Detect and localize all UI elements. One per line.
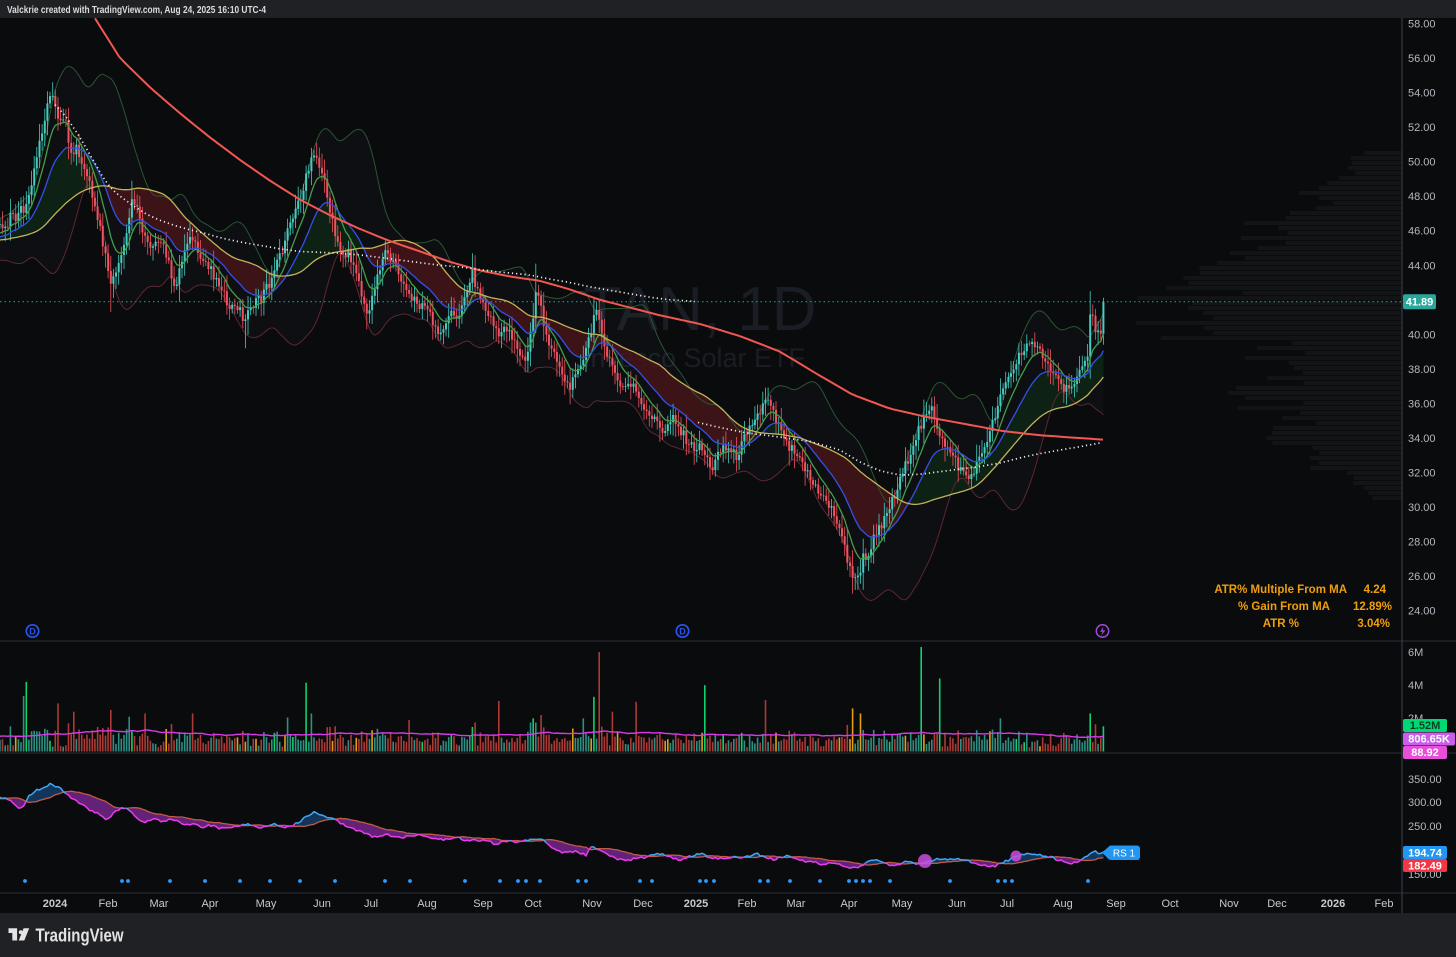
svg-text:Nov: Nov xyxy=(1219,898,1239,910)
svg-text:48.00: 48.00 xyxy=(1408,191,1436,203)
svg-text:194.74: 194.74 xyxy=(1408,848,1443,860)
svg-text:46.00: 46.00 xyxy=(1408,226,1436,238)
svg-text:Aug: Aug xyxy=(417,898,437,910)
svg-text:28.00: 28.00 xyxy=(1408,537,1436,549)
svg-text:Sep: Sep xyxy=(1106,898,1126,910)
svg-text:May: May xyxy=(256,898,277,910)
svg-text:Mar: Mar xyxy=(150,898,169,910)
svg-text:2024: 2024 xyxy=(43,898,68,910)
svg-text:88.92: 88.92 xyxy=(1411,747,1439,759)
svg-text:Oct: Oct xyxy=(1161,898,1178,910)
svg-text:58.00: 58.00 xyxy=(1408,19,1436,31)
svg-text:Aug: Aug xyxy=(1053,898,1073,910)
svg-text:Dec: Dec xyxy=(1267,898,1287,910)
svg-text:36.00: 36.00 xyxy=(1408,398,1436,410)
svg-text:Jul: Jul xyxy=(1000,898,1014,910)
svg-text:32.00: 32.00 xyxy=(1408,468,1436,480)
svg-text:34.00: 34.00 xyxy=(1408,433,1436,445)
svg-text:44.00: 44.00 xyxy=(1408,260,1436,272)
svg-text:Apr: Apr xyxy=(201,898,218,910)
svg-text:1.52M: 1.52M xyxy=(1410,720,1441,732)
svg-text:2025: 2025 xyxy=(684,898,708,910)
svg-text:D: D xyxy=(29,627,36,637)
svg-text:Dec: Dec xyxy=(633,898,653,910)
svg-text:Apr: Apr xyxy=(840,898,857,910)
svg-text:Jun: Jun xyxy=(948,898,966,910)
svg-text:38.00: 38.00 xyxy=(1408,364,1436,376)
svg-text:41.89: 41.89 xyxy=(1406,297,1434,309)
svg-text:250.00: 250.00 xyxy=(1408,821,1442,833)
svg-text:50.00: 50.00 xyxy=(1408,157,1436,169)
svg-text:ATR% Multiple From MA: ATR% Multiple From MA xyxy=(1214,584,1347,596)
svg-text:ATR %: ATR % xyxy=(1263,618,1299,630)
svg-text:Nov: Nov xyxy=(582,898,602,910)
svg-text:3.04%: 3.04% xyxy=(1357,618,1390,630)
svg-text:TradingView: TradingView xyxy=(36,926,125,946)
svg-text:300.00: 300.00 xyxy=(1408,797,1442,809)
svg-text:6M: 6M xyxy=(1408,647,1423,659)
svg-text:Jun: Jun xyxy=(313,898,331,910)
svg-text:May: May xyxy=(892,898,913,910)
svg-text:Feb: Feb xyxy=(99,898,118,910)
svg-text:30.00: 30.00 xyxy=(1408,502,1436,514)
svg-text:Valckrie created with TradingV: Valckrie created with TradingView.com, A… xyxy=(7,4,266,16)
svg-text:54.00: 54.00 xyxy=(1408,88,1436,100)
svg-text:% Gain From MA: % Gain From MA xyxy=(1238,601,1330,613)
svg-text:56.00: 56.00 xyxy=(1408,53,1436,65)
svg-text:Oct: Oct xyxy=(524,898,541,910)
svg-text:40.00: 40.00 xyxy=(1408,329,1436,341)
svg-text:350.00: 350.00 xyxy=(1408,774,1442,786)
svg-text:2026: 2026 xyxy=(1321,898,1345,910)
svg-text:806.65K: 806.65K xyxy=(1408,734,1450,746)
svg-text:Sep: Sep xyxy=(473,898,493,910)
svg-text:24.00: 24.00 xyxy=(1408,606,1436,618)
svg-text:26.00: 26.00 xyxy=(1408,571,1436,583)
svg-text:12.89%: 12.89% xyxy=(1353,601,1392,613)
svg-text:4M: 4M xyxy=(1408,680,1423,692)
svg-text:182.49: 182.49 xyxy=(1408,861,1442,873)
svg-text:Feb: Feb xyxy=(738,898,757,910)
svg-text:Feb: Feb xyxy=(1375,898,1394,910)
svg-text:RS 1: RS 1 xyxy=(1113,849,1136,860)
svg-text:4.24: 4.24 xyxy=(1364,584,1387,596)
svg-text:52.00: 52.00 xyxy=(1408,122,1436,134)
svg-text:Jul: Jul xyxy=(364,898,378,910)
svg-text:D: D xyxy=(679,627,686,637)
svg-text:Mar: Mar xyxy=(787,898,806,910)
